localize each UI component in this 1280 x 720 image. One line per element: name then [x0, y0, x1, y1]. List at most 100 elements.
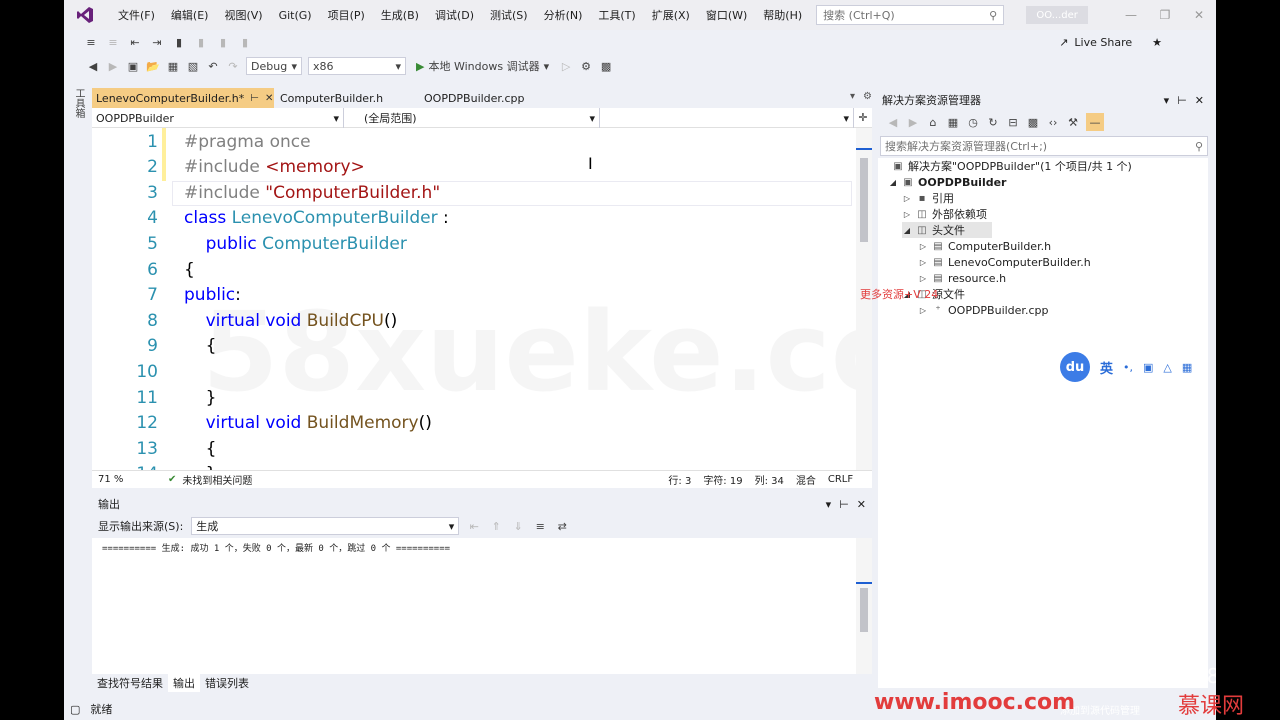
member-dropdown[interactable]: ▾ [600, 108, 854, 128]
collapsed-triangle-icon[interactable]: ▷ [918, 306, 928, 315]
expanded-triangle-icon[interactable]: ◢ [888, 178, 898, 187]
close-icon[interactable]: ✕ [1195, 94, 1204, 107]
browse-icon[interactable]: ⚙ [579, 59, 593, 73]
uncomment-icon[interactable]: ≡ [106, 35, 120, 49]
menu-help[interactable]: 帮助(H) [755, 7, 810, 23]
comment-icon[interactable]: ≡ [84, 35, 98, 49]
pin-icon[interactable]: ⊢ [1177, 94, 1187, 107]
clear-bookmarks-icon[interactable]: ▮ [238, 35, 252, 49]
prev-message-icon[interactable]: ⇑ [489, 519, 503, 533]
back-icon[interactable]: ◀ [86, 59, 100, 73]
tree-item-solution[interactable]: ▣ 解决方案"OOPDPBuilder"(1 个项目/共 1 个) [892, 158, 1132, 174]
next-message-icon[interactable]: ⇓ [511, 519, 525, 533]
indent-icon[interactable]: ⇤ [128, 35, 142, 49]
code-editor[interactable]: 58xueke.com 1#pragma once2#include <memo… [92, 128, 872, 470]
scrollbar-thumb[interactable] [860, 588, 868, 632]
menu-project[interactable]: 项目(P) [320, 7, 373, 23]
word-wrap-icon[interactable]: ⇄ [555, 519, 569, 533]
tree-item-file[interactable]: ▷ ▤ ComputerBuilder.h [918, 238, 1051, 254]
forward-icon[interactable]: ▶ [106, 59, 120, 73]
tab-lenevo-computer-builder[interactable]: LenevoComputerBuilder.h* ⊢ ✕ [92, 88, 274, 108]
back-icon[interactable]: ◀ [886, 115, 900, 129]
close-window-button[interactable]: ✕ [1182, 8, 1216, 22]
toolbox-strip[interactable]: 工具箱 [70, 88, 86, 128]
tree-item-references[interactable]: ▷ ▪ 引用 [902, 190, 954, 206]
menu-git[interactable]: Git(G) [271, 9, 320, 22]
start-without-debugging-icon[interactable]: ▷ [559, 59, 573, 73]
code-line[interactable]: 13 { [92, 436, 852, 461]
pending-changes-icon[interactable]: ◷ [966, 115, 980, 129]
platform-dropdown[interactable]: x86 ▾ [308, 57, 406, 75]
chevron-down-icon[interactable]: ▾ [1164, 94, 1170, 107]
preview-selected-icon[interactable]: — [1086, 113, 1104, 131]
whitespace-indicator[interactable]: 混合 [790, 472, 822, 487]
menu-debug[interactable]: 调试(D) [427, 7, 482, 23]
menu-edit[interactable]: 编辑(E) [163, 7, 217, 23]
code-line[interactable]: 3 #include "ComputerBuilder.h" [92, 180, 852, 205]
menu-view[interactable]: 视图(V) [216, 7, 270, 23]
close-icon[interactable]: ✕ [857, 498, 866, 511]
configuration-dropdown[interactable]: Debug ▾ [246, 57, 302, 75]
start-debugging-button[interactable]: ▶ 本地 Windows 调试器 ▾ [412, 58, 553, 74]
feedback-icon[interactable]: ★ [1152, 36, 1162, 49]
outdent-icon[interactable]: ⇥ [150, 35, 164, 49]
settings-icon[interactable]: ⚙ [863, 91, 872, 102]
menu-test[interactable]: 测试(S) [482, 7, 536, 23]
undo-icon[interactable]: ↶ [206, 59, 220, 73]
chevron-down-icon[interactable]: ▾ [826, 498, 832, 511]
next-bookmark-icon[interactable]: ▮ [216, 35, 230, 49]
code-line[interactable]: 14 } [92, 462, 852, 470]
search-input[interactable]: 搜索 (Ctrl+Q) ⚲ [816, 5, 1005, 25]
expanded-triangle-icon[interactable]: ◢ [902, 226, 912, 235]
tree-item-file[interactable]: ▷ ▤ LenevoComputerBuilder.h [918, 254, 1091, 270]
menu-extensions[interactable]: 扩展(X) [644, 7, 698, 23]
menu-analyze[interactable]: 分析(N) [536, 7, 591, 23]
zoom-level[interactable]: 71 % [92, 474, 162, 485]
scope-dropdown[interactable]: (全局范围) ▾ [344, 108, 600, 128]
menu-window[interactable]: 窗口(W) [698, 7, 755, 23]
prev-bookmark-icon[interactable]: ▮ [194, 35, 208, 49]
menu-file[interactable]: 文件(F) [110, 7, 163, 23]
scrollbar-thumb[interactable] [860, 158, 868, 242]
output-content[interactable]: ========== 生成: 成功 1 个，失败 0 个，最新 0 个，跳过 0… [92, 538, 872, 674]
redo-icon[interactable]: ↷ [226, 59, 240, 73]
menu-build[interactable]: 生成(B) [373, 7, 427, 23]
collapsed-triangle-icon[interactable]: ▷ [918, 242, 928, 251]
code-line[interactable]: 1 #pragma once [92, 129, 852, 154]
menu-tools[interactable]: 工具(T) [590, 7, 643, 23]
issues-status[interactable]: 未找到相关问题 [182, 472, 432, 487]
save-icon[interactable]: ▦ [166, 59, 180, 73]
output-source-dropdown[interactable]: 生成 ▾ [191, 517, 460, 535]
tree-item-file[interactable]: ▷ ⁺ OOPDPBuilder.cpp [918, 302, 1049, 318]
code-line[interactable]: 12 virtual void BuildMemory() [92, 411, 852, 436]
tab-computer-builder[interactable]: ComputerBuilder.h [274, 88, 418, 108]
output-scrollbar[interactable] [856, 538, 872, 674]
open-file-icon[interactable]: 📂 [146, 59, 160, 73]
project-dropdown[interactable]: OOPDPBuilder ▾ [92, 108, 344, 128]
bookmark-icon[interactable]: ▮ [172, 35, 186, 49]
home-icon[interactable]: ⌂ [926, 115, 940, 129]
code-view-icon[interactable]: ‹› [1046, 115, 1060, 129]
grid-menu-icon[interactable]: ▦ [1182, 361, 1192, 374]
toolbox-icon[interactable]: ▣ [1143, 361, 1153, 374]
punctuation-icon[interactable]: •, [1123, 361, 1133, 374]
live-share-button[interactable]: ↗ Live Share ★ [1059, 36, 1162, 49]
code-line[interactable]: 6{ [92, 257, 852, 282]
collapsed-triangle-icon[interactable]: ▷ [902, 194, 912, 203]
code-line[interactable]: 7 public: [92, 283, 852, 308]
screenshot-icon[interactable]: ▩ [599, 59, 613, 73]
ime-logo-icon[interactable]: du [1060, 352, 1090, 382]
pin-icon[interactable]: ⊢ [250, 93, 259, 104]
save-all-icon[interactable]: ▧ [186, 59, 200, 73]
tab-oopdp-builder-cpp[interactable]: OOPDPBuilder.cpp [418, 88, 558, 108]
properties-wrench-icon[interactable]: ⚒ [1066, 115, 1080, 129]
maximize-button[interactable]: ❐ [1148, 8, 1182, 22]
collapsed-triangle-icon[interactable]: ▷ [918, 258, 928, 267]
tree-item-project[interactable]: ◢ ▣ OOPDPBuilder [888, 174, 1007, 190]
split-icon[interactable]: ✛ [854, 108, 872, 127]
code-line[interactable]: 11 } [92, 385, 852, 410]
tree-item-header-files[interactable]: ◢ ◫ 头文件 [902, 222, 992, 238]
line-ending-indicator[interactable]: CRLF [822, 474, 859, 485]
user-icon[interactable]: △ [1163, 361, 1171, 374]
tab-list-chevron-icon[interactable]: ▾ [850, 91, 855, 102]
